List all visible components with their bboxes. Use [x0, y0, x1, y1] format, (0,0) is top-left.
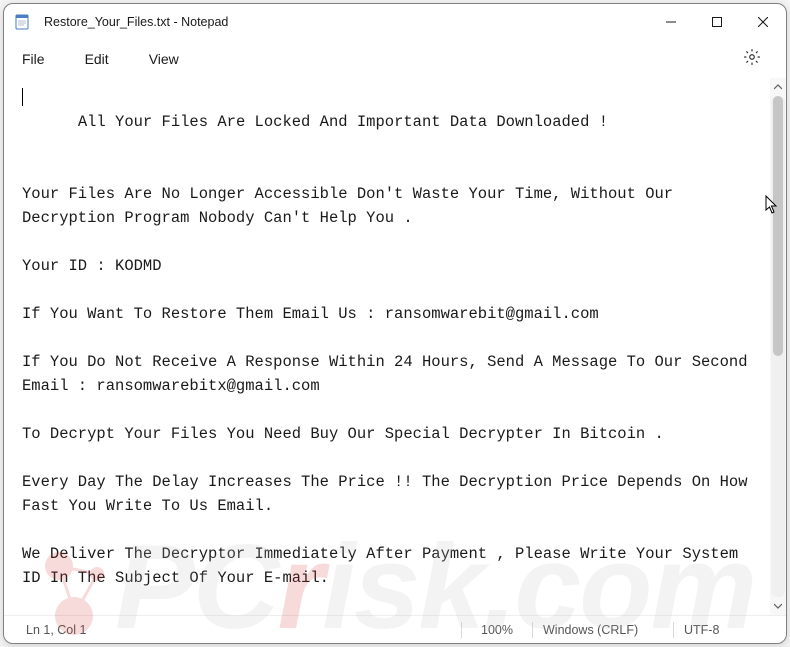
statusbar: Ln 1, Col 1 100% Windows (CRLF) UTF-8: [4, 615, 786, 643]
scroll-down-arrow[interactable]: [771, 599, 785, 613]
settings-button[interactable]: [736, 43, 768, 75]
window-controls: [648, 4, 786, 40]
editor-text: All Your Files Are Locked And Important …: [22, 113, 757, 615]
gear-icon: [743, 48, 761, 71]
text-caret: [22, 88, 23, 106]
menu-edit[interactable]: Edit: [83, 47, 111, 71]
menu-view[interactable]: View: [147, 47, 181, 71]
window-title: Restore_Your_Files.txt - Notepad: [44, 15, 648, 29]
scroll-thumb[interactable]: [773, 96, 783, 356]
notepad-window: Restore_Your_Files.txt - Notepad File Ed…: [3, 3, 787, 644]
vertical-scrollbar[interactable]: [770, 78, 786, 615]
status-line-ending: Windows (CRLF): [533, 623, 673, 637]
scroll-up-arrow[interactable]: [771, 80, 785, 94]
content-area: All Your Files Are Locked And Important …: [4, 78, 786, 615]
close-button[interactable]: [740, 4, 786, 40]
titlebar: Restore_Your_Files.txt - Notepad: [4, 4, 786, 40]
text-editor[interactable]: All Your Files Are Locked And Important …: [4, 78, 770, 615]
status-position: Ln 1, Col 1: [16, 623, 196, 637]
maximize-button[interactable]: [694, 4, 740, 40]
menubar: File Edit View: [4, 40, 786, 78]
status-zoom: 100%: [462, 623, 532, 637]
status-encoding: UTF-8: [674, 623, 774, 637]
scroll-track[interactable]: [771, 96, 785, 597]
menu-file[interactable]: File: [20, 47, 47, 71]
notepad-icon: [14, 14, 30, 30]
minimize-button[interactable]: [648, 4, 694, 40]
